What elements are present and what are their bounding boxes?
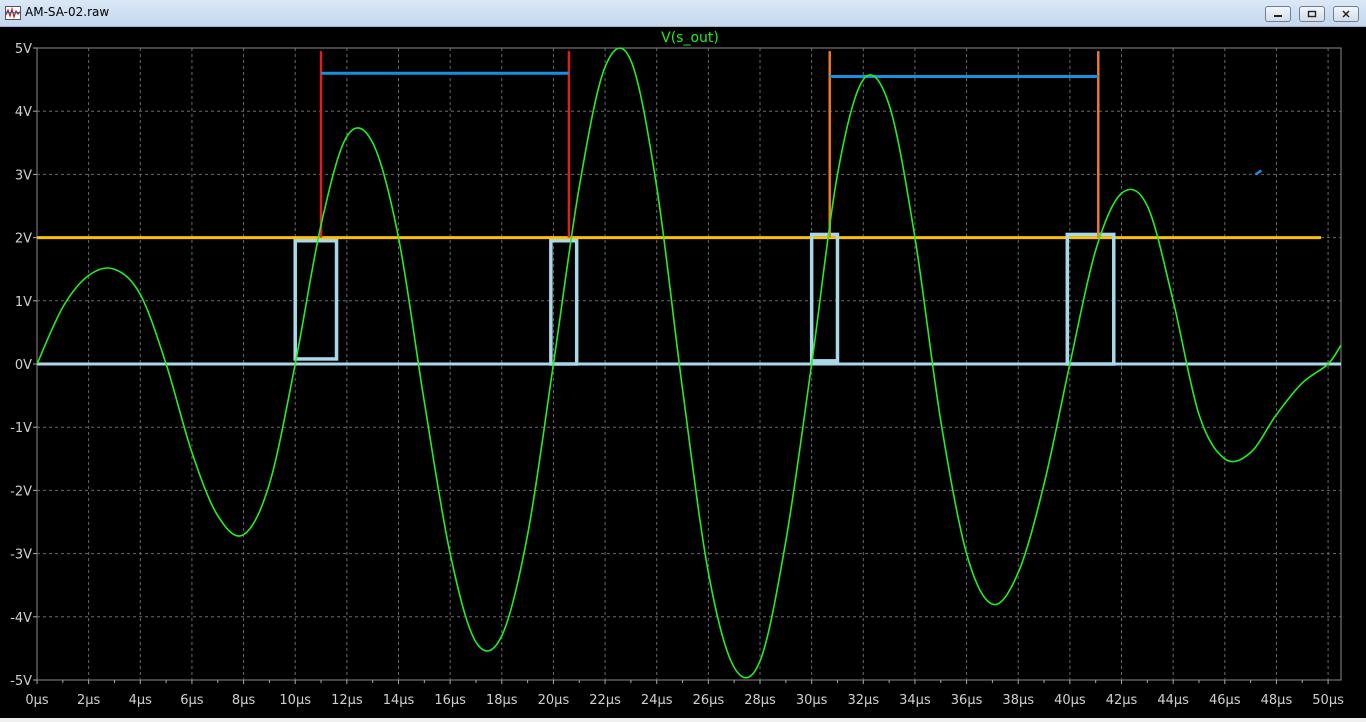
pulse-box	[293, 239, 339, 361]
x-tick-label: 24µs	[641, 693, 673, 708]
x-tick-label: 2µs	[77, 693, 101, 708]
window-title: AM-SA-02.raw	[25, 5, 110, 19]
annotations	[37, 51, 1341, 366]
x-tick-label: 46µs	[1209, 693, 1241, 708]
x-tick-label: 0µs	[25, 693, 49, 708]
x-tick-label: 26µs	[693, 693, 725, 708]
y-tick-label: 2V	[15, 232, 32, 247]
pulse-box	[809, 232, 840, 363]
chart-title[interactable]: V(s_out)	[661, 30, 719, 46]
x-tick-label: 48µs	[1261, 693, 1293, 708]
y-tick-label: 0V	[15, 358, 32, 373]
y-tick-label: -1V	[10, 421, 32, 436]
restore-button[interactable]	[1299, 6, 1325, 22]
y-tick-label: -2V	[10, 484, 32, 499]
x-tick-label: 34µs	[899, 693, 931, 708]
x-tick-label: 22µs	[589, 693, 621, 708]
x-tick-label: 30µs	[796, 693, 828, 708]
close-icon	[1342, 10, 1350, 18]
x-tick-label: 8µs	[232, 693, 256, 708]
tick-labels: 0µs 2µs 4µs 6µs 8µs 10µs 12µs 14µs 16µs 18µs 20µs 2…	[10, 42, 1344, 708]
y-tick-label: 1V	[15, 295, 32, 310]
x-tick-label: 12µs	[331, 693, 363, 708]
x-tick-label: 16µs	[434, 693, 466, 708]
plot-area[interactable]: 0µs 2µs 4µs 6µs 8µs 10µs 12µs 14µs 16µs 18µs 20µs 2…	[0, 27, 1366, 718]
y-tick-label: -4V	[10, 611, 32, 626]
x-tick-label: 32µs	[848, 693, 880, 708]
x-tick-label: 14µs	[383, 693, 415, 708]
x-tick-label: 28µs	[744, 693, 776, 708]
pulse-box	[549, 239, 579, 366]
restore-icon	[1307, 10, 1317, 18]
x-tick-label: 42µs	[1106, 693, 1138, 708]
x-tick-label: 20µs	[538, 693, 570, 708]
x-tick-label: 50µs	[1312, 693, 1344, 708]
window-titlebar: AM-SA-02.raw	[0, 0, 1366, 27]
x-tick-label: 18µs	[486, 693, 518, 708]
x-tick-label: 36µs	[951, 693, 983, 708]
minimize-button[interactable]	[1265, 6, 1291, 22]
waveform-chart[interactable]: 0µs 2µs 4µs 6µs 8µs 10µs 12µs 14µs 16µs 18µs 20µs 2…	[0, 27, 1366, 718]
minimize-icon	[1274, 15, 1282, 17]
x-tick-label: 38µs	[1002, 693, 1034, 708]
y-tick-label: -3V	[10, 548, 32, 563]
x-tick-label: 6µs	[180, 693, 204, 708]
x-tick-label: 40µs	[1054, 693, 1086, 708]
x-tick-label: 10µs	[279, 693, 311, 708]
close-button[interactable]	[1333, 6, 1359, 22]
y-tick-label: 3V	[15, 168, 32, 183]
y-tick-label: 4V	[15, 105, 32, 120]
y-tick-label: 5V	[15, 42, 32, 57]
x-tick-label: 4µs	[129, 693, 153, 708]
waveform-app-icon	[5, 6, 21, 20]
x-tick-label: 44µs	[1157, 693, 1189, 708]
grid	[33, 47, 1342, 684]
y-tick-label: -5V	[10, 674, 32, 689]
stray-mark	[1254, 169, 1263, 176]
